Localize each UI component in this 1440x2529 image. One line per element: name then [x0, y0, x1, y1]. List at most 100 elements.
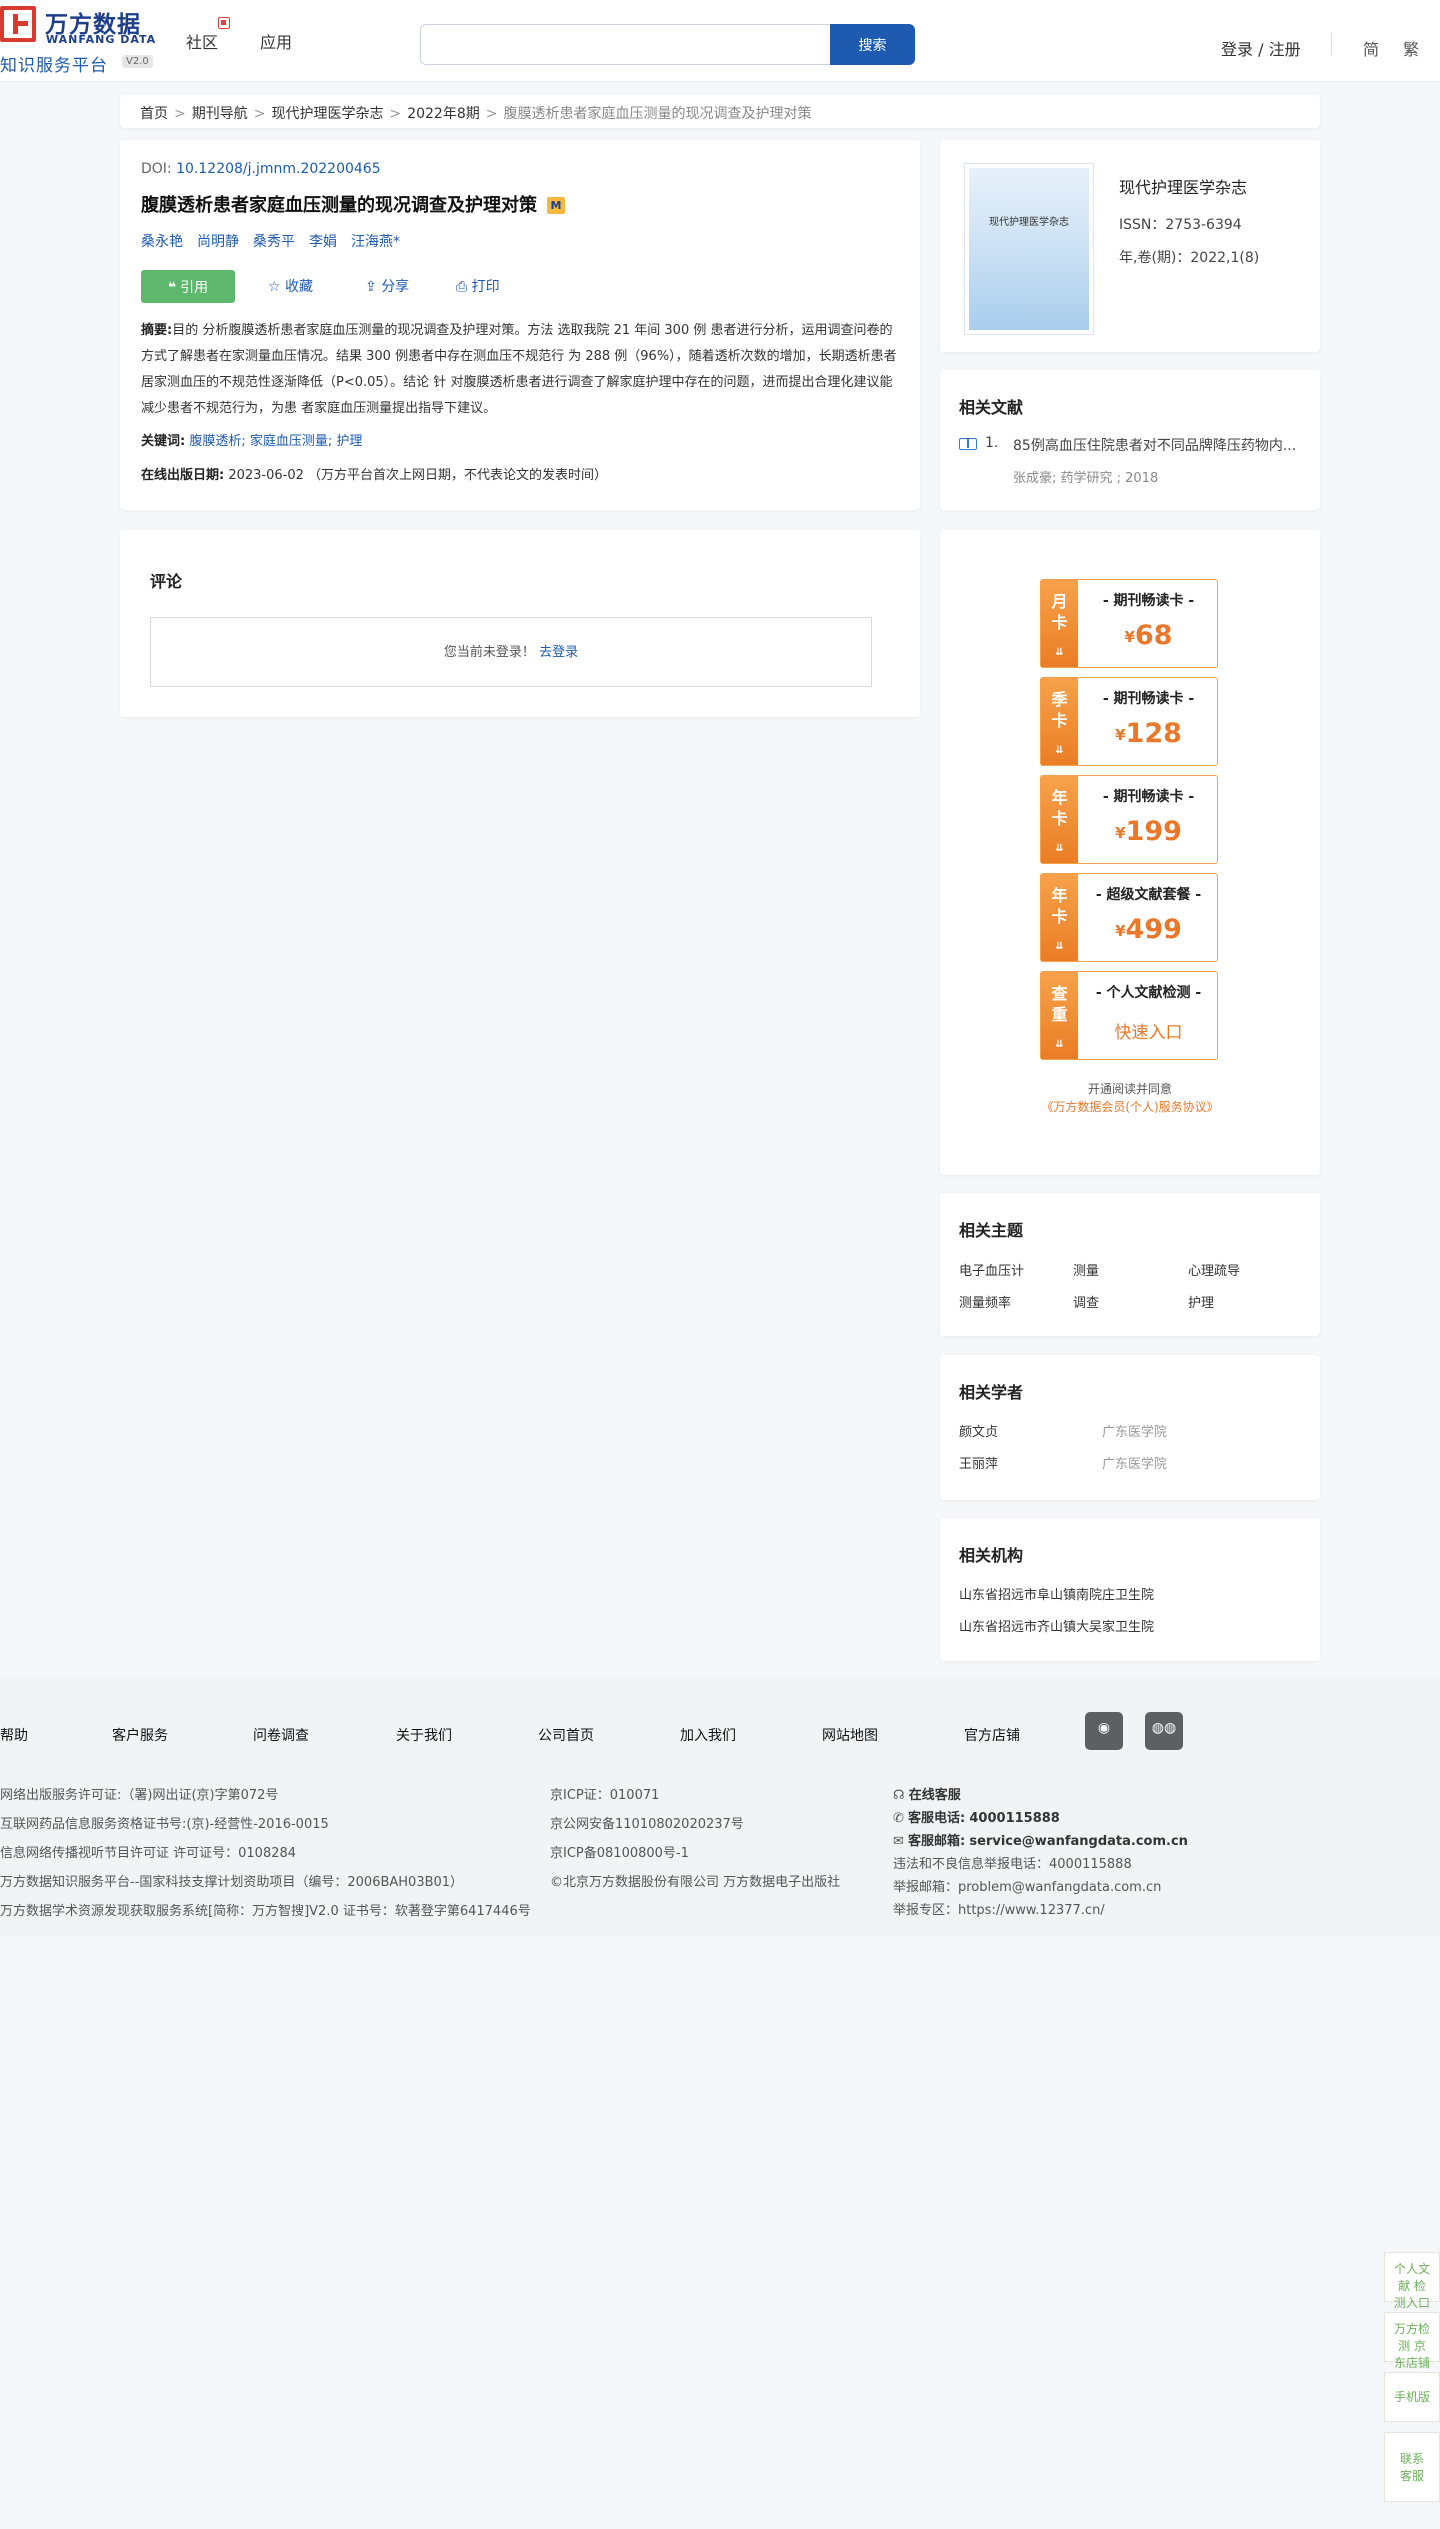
related-doc-link[interactable]: 85例高血压住院患者对不同品牌降压药物内... [1013, 435, 1303, 455]
go-login-link[interactable]: 去登录 [539, 645, 578, 660]
author-link[interactable]: 李娟 [309, 234, 337, 250]
topic-link[interactable]: 测量 [1073, 1260, 1099, 1279]
related-docs-title: 相关文献 [959, 398, 1024, 417]
footer-nav-about[interactable]: 关于我们 [396, 1725, 452, 1745]
plagiarism-check-card[interactable]: 查重 ⇊ - 个人文献检测 - 快速入口 [1040, 971, 1218, 1060]
weibo-icon[interactable]: ◉ [1085, 1712, 1123, 1750]
side-char: 重 [1051, 1005, 1068, 1024]
online-service-link[interactable]: ☊ 在线客服 [893, 1784, 961, 1803]
journal-issn: ISSN：2753-6394 [1119, 217, 1242, 233]
related-topics-card: 相关主题 电子血压计 测量 心理疏导 测量频率 调查 护理 [940, 1193, 1320, 1336]
related-orgs-card: 相关机构 山东省招远市阜山镇南院庄卫生院 山东省招远市齐山镇大吴家卫生院 [940, 1518, 1320, 1661]
print-button[interactable]: ⎙ 打印 [456, 276, 500, 296]
wechat-icon[interactable]: ◍◍ [1145, 1712, 1183, 1750]
report-zone: 举报专区：https://www.12377.cn/ [893, 1903, 1105, 1918]
breadcrumb-journal[interactable]: 现代护理医学杂志 [271, 106, 383, 122]
abstract: 摘要:目的 分析腹膜透析患者家庭血压测量的现况调查及护理对策。方法 选取我院 2… [141, 318, 899, 422]
journal-volume: 年,卷(期)：2022,1(8) [1119, 250, 1260, 266]
logo-text-en: WANFANG DATA [46, 33, 157, 46]
monthly-pass-card[interactable]: 月卡 ⇊ - 期刊畅读卡 - ¥68 [1040, 579, 1218, 668]
lang-simplified[interactable]: 简 [1363, 36, 1379, 60]
side-float-plagiarism-entry[interactable]: 个人文献 检测入口 [1384, 2252, 1440, 2310]
author-link[interactable]: 尚明静 [197, 234, 239, 250]
topic-link[interactable]: 护理 [1188, 1292, 1214, 1311]
top-header: 万方数据 WANFANG DATA 知识服务平台 V2.0 社区 应用 搜索 登… [0, 0, 1440, 82]
nav-apps[interactable]: 应用 [260, 29, 292, 53]
headset-icon: ☊ [893, 1788, 905, 1803]
abstract-label: 摘要: [141, 323, 173, 338]
search-input[interactable] [420, 24, 830, 65]
breadcrumb-separator: > [174, 106, 186, 122]
card-price: ¥499 [1078, 914, 1219, 945]
footer-icp: 京公网安备11010802020237号 [550, 1817, 744, 1832]
author-link[interactable]: 桑永艳 [141, 234, 183, 250]
footer-nav-sitemap[interactable]: 网站地图 [822, 1725, 878, 1745]
footer-nav-customer-service[interactable]: 客户服务 [112, 1725, 168, 1745]
share-button[interactable]: ⇪ 分享 [365, 276, 409, 296]
cite-label: 引用 [180, 279, 209, 296]
org-link[interactable]: 山东省招远市阜山镇南院庄卫生院 [959, 1584, 1154, 1603]
scholar-name-link[interactable]: 王丽萍 [959, 1453, 998, 1472]
footer-nav-survey[interactable]: 问卷调查 [253, 1725, 309, 1745]
side-char: 查 [1051, 984, 1068, 1003]
related-scholars-title: 相关学者 [959, 1383, 1024, 1402]
quarterly-pass-card[interactable]: 季卡 ⇊ - 期刊畅读卡 - ¥128 [1040, 677, 1218, 766]
doi-link[interactable]: 10.12208/j.jmnm.202200465 [176, 161, 381, 177]
print-label: 打印 [471, 279, 500, 295]
footer-nav-store[interactable]: 官方店铺 [964, 1725, 1020, 1745]
wanfang-logo-icon[interactable] [0, 6, 36, 42]
double-chevron-icon: ⇊ [1055, 647, 1064, 658]
related-topics-title: 相关主题 [959, 1221, 1024, 1240]
breadcrumb-journal-nav[interactable]: 期刊导航 [192, 106, 248, 122]
nav-community[interactable]: 社区 [186, 29, 218, 53]
card-name: - 期刊畅读卡 - [1102, 789, 1195, 805]
price-value: 68 [1134, 620, 1173, 651]
quick-entry-link[interactable]: 快速入口 [1078, 1018, 1219, 1043]
service-agreement-link[interactable]: 《万方数据会员(个人)服务协议》 [940, 1098, 1320, 1115]
login-register-link[interactable]: 登录 / 注册 [1221, 36, 1301, 60]
yearly-pass-card[interactable]: 年卡 ⇊ - 期刊畅读卡 - ¥199 [1040, 775, 1218, 864]
footer-nav-help[interactable]: 帮助 [0, 1725, 28, 1745]
side-float-contact[interactable]: 联系 客服 [1384, 2432, 1440, 2502]
keyword-link[interactable]: 护理 [336, 434, 362, 449]
topic-link[interactable]: 调查 [1073, 1292, 1099, 1311]
side-char: 卡 [1051, 907, 1068, 926]
topic-link[interactable]: 心理疏导 [1188, 1260, 1240, 1279]
cite-button[interactable]: ❝ 引用 [141, 270, 235, 303]
star-icon: ☆ [268, 279, 281, 295]
super-package-card[interactable]: 年卡 ⇊ - 超级文献套餐 - ¥499 [1040, 873, 1218, 962]
service-email: ✉ 客服邮箱: service@wanfangdata.com.cn [893, 1830, 1188, 1849]
footer-license: 信息网络传播视听节目许可证 许可证号：0108284 [0, 1846, 297, 1861]
related-doc-meta: 张成豪; 药学研究 ; 2018 [1013, 471, 1159, 486]
journal-name-link[interactable]: 现代护理医学杂志 [1119, 174, 1247, 198]
card-name: - 超级文献套餐 - [1095, 887, 1202, 903]
author-list: 桑永艳 尚明静 桑秀平 李娟 汪海燕* [141, 231, 414, 251]
search-button[interactable]: 搜索 [830, 24, 915, 65]
topic-link[interactable]: 测量频率 [959, 1292, 1011, 1311]
favorite-button[interactable]: ☆ 收藏 [268, 276, 313, 296]
card-price: ¥199 [1078, 816, 1219, 847]
double-chevron-icon: ⇊ [1055, 1039, 1064, 1050]
author-link[interactable]: 汪海燕* [351, 234, 400, 250]
footer-license: 万方数据知识服务平台--国家科技支撑计划资助项目（编号：2006BAH03B01… [0, 1875, 464, 1890]
breadcrumb-home[interactable]: 首页 [140, 106, 168, 122]
lang-traditional[interactable]: 繁 [1403, 36, 1419, 60]
side-float-jd-store[interactable]: 万方检测 京东店铺 [1384, 2312, 1440, 2370]
footer-nav-join[interactable]: 加入我们 [680, 1725, 736, 1745]
breadcrumb-issue[interactable]: 2022年8期 [407, 106, 480, 122]
logo-subtitle: 知识服务平台 [0, 56, 108, 76]
footer-icp: 京ICP备08100800号-1 [550, 1846, 689, 1861]
card-price: ¥68 [1078, 620, 1219, 651]
journal-cover-image[interactable]: 现代护理医学杂志 [965, 164, 1093, 334]
card-price: ¥128 [1078, 718, 1219, 749]
keyword-link[interactable]: 家庭血压测量; [250, 434, 332, 449]
scholar-name-link[interactable]: 颜文贞 [959, 1421, 998, 1440]
org-link[interactable]: 山东省招远市齐山镇大吴家卫生院 [959, 1616, 1154, 1635]
online-service-label: 在线客服 [908, 1788, 961, 1803]
keyword-link[interactable]: 腹膜透析; [189, 434, 245, 449]
side-float-mobile[interactable]: 手机版 [1384, 2372, 1440, 2422]
author-link[interactable]: 桑秀平 [253, 234, 295, 250]
publish-date: 在线出版日期: 2023-06-02 （万方平台首次上网日期，不代表论文的发表时… [141, 464, 607, 483]
topic-link[interactable]: 电子血压计 [959, 1260, 1024, 1279]
footer-nav-company[interactable]: 公司首页 [538, 1725, 594, 1745]
